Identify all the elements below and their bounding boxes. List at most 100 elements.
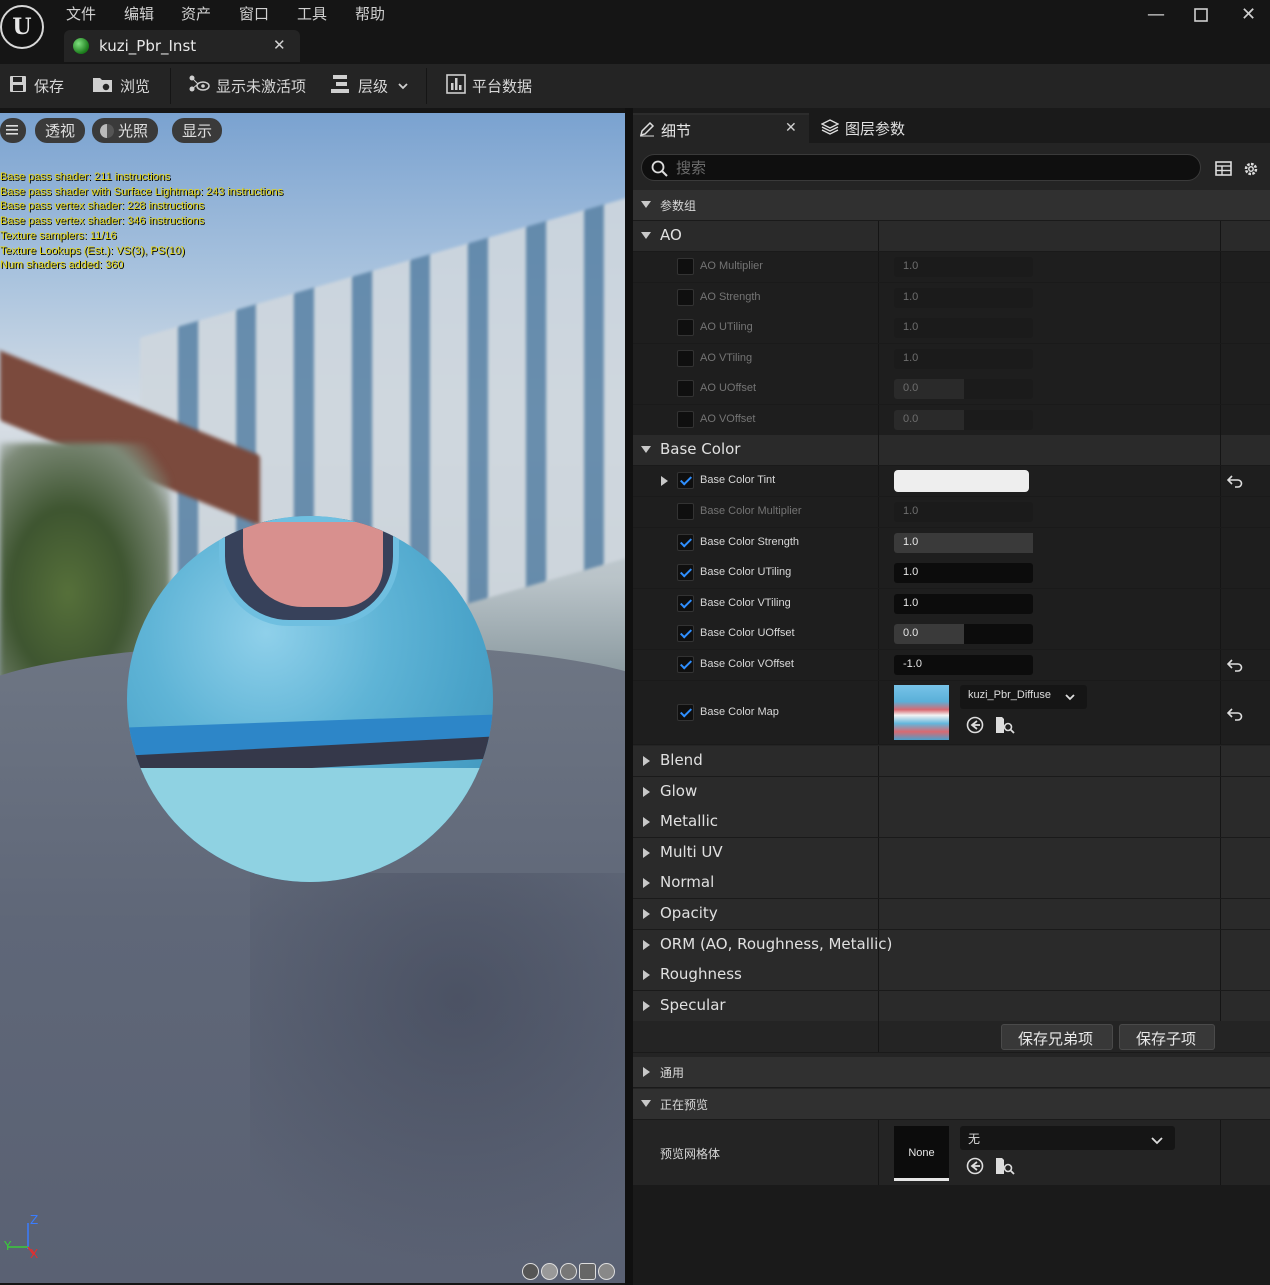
use-selected-asset-icon[interactable] [966, 716, 984, 738]
param-value-field[interactable]: 1.0 [894, 348, 1033, 369]
param-value-field[interactable]: 1.0 [894, 593, 1033, 614]
save-button[interactable]: 保存 [8, 74, 64, 98]
menu-help[interactable]: 帮助 [355, 3, 385, 24]
gear-icon[interactable] [1242, 160, 1260, 182]
table-view-icon[interactable] [1215, 161, 1232, 180]
browse-asset-icon[interactable] [995, 715, 1015, 739]
group-ao[interactable]: AO [633, 221, 1270, 252]
menu-file[interactable]: 文件 [66, 3, 96, 24]
save-child-button[interactable]: 保存子项 [1119, 1024, 1215, 1050]
chevron-down-icon [1151, 1134, 1163, 1148]
panel-splitter[interactable] [625, 108, 633, 1285]
collapsed-group-row[interactable]: Blend [633, 746, 1270, 777]
collapsed-group-row[interactable]: Specular [633, 990, 1270, 1022]
axis-z-label: Z [30, 1213, 39, 1227]
collapsed-group-row[interactable]: ORM (AO, Roughness, Metallic) [633, 929, 1270, 961]
expand-arrow-icon [641, 446, 651, 453]
param-override-checkbox[interactable] [677, 380, 694, 398]
reset-to-default-icon[interactable] [1226, 706, 1243, 725]
details-empty-area [633, 1186, 1270, 1285]
collapsed-group-row[interactable]: Metallic [633, 807, 1270, 839]
param-override-checkbox[interactable] [677, 564, 694, 582]
tab-details[interactable]: 细节 ✕ [633, 113, 809, 143]
group-base-color[interactable]: Base Color [633, 435, 1270, 466]
show-inactive-button[interactable]: 显示未激活项 [188, 74, 306, 98]
collapsed-group-row[interactable]: Multi UV [633, 837, 1270, 869]
param-value-field[interactable]: -1.0 [894, 655, 1033, 675]
search-box[interactable] [641, 154, 1201, 181]
menu-tools[interactable]: 工具 [297, 3, 327, 24]
close-tab-icon[interactable]: ✕ [273, 36, 286, 54]
collapsed-group-row[interactable]: Opacity [633, 899, 1270, 930]
param-override-checkbox[interactable] [677, 349, 694, 367]
param-override-checkbox[interactable] [677, 533, 694, 551]
texture-thumbnail[interactable] [894, 685, 949, 740]
show-button[interactable]: 显示 [172, 118, 223, 143]
param-value-field[interactable]: 1.0 [894, 257, 1033, 277]
plane-preview-icon[interactable] [560, 1263, 577, 1280]
collapsed-group-row[interactable]: Roughness [633, 960, 1270, 992]
menu-asset[interactable]: 资产 [181, 3, 211, 24]
param-row: Base Color Strength 1.0 [633, 527, 1270, 559]
collapsed-group-row[interactable]: Normal [633, 868, 1270, 900]
viewport-menu-button[interactable] [0, 118, 26, 143]
param-value-field[interactable]: 0.0 [894, 410, 1033, 430]
document-tab[interactable]: kuzi_Pbr_Inst ✕ [64, 30, 300, 62]
param-value-field[interactable]: 0.0 [894, 379, 1033, 400]
save-sibling-button[interactable]: 保存兄弟项 [1001, 1024, 1113, 1050]
minimize-button[interactable]: — [1147, 4, 1165, 25]
menu-window[interactable]: 窗口 [239, 3, 269, 24]
sphere-preview-icon[interactable] [541, 1263, 558, 1280]
general-header[interactable]: 通用 [633, 1057, 1270, 1088]
hierarchy-dropdown[interactable]: 层级 [330, 74, 414, 98]
close-window-button[interactable]: ✕ [1241, 4, 1256, 25]
param-value-field[interactable]: 1.0 [894, 318, 1033, 339]
mesh-preview-icon[interactable] [598, 1263, 615, 1280]
browse-asset-icon[interactable] [995, 1156, 1015, 1180]
use-selected-asset-icon[interactable] [966, 1157, 984, 1179]
texture-asset-dropdown[interactable]: kuzi_Pbr_Diffuse [960, 685, 1087, 709]
expand-arrow-icon[interactable] [661, 476, 668, 486]
param-override-checkbox[interactable] [677, 625, 694, 643]
reset-to-default-icon[interactable] [1226, 657, 1243, 676]
base-color-tint-swatch[interactable] [894, 470, 1029, 492]
param-value-field[interactable]: 0.0 [894, 624, 1033, 645]
param-override-checkbox[interactable] [677, 319, 694, 337]
preview-mesh-dropdown[interactable]: 无 [960, 1126, 1175, 1150]
param-name: AO VTiling [700, 351, 753, 364]
param-override-checkbox[interactable] [677, 411, 694, 428]
cylinder-preview-icon[interactable] [522, 1263, 539, 1280]
collapsed-group-row[interactable]: Glow [633, 776, 1270, 808]
preview-sphere [127, 516, 493, 882]
param-override-checkbox[interactable] [677, 258, 694, 275]
param-override-checkbox[interactable] [677, 594, 694, 612]
title-bar: U 文件 编辑 资产 窗口 工具 帮助 kuzi_Pbr_Inst ✕ — ✕ [0, 0, 1270, 64]
base-color-map-checkbox[interactable] [677, 704, 694, 721]
base-color-tint-checkbox[interactable] [677, 472, 694, 489]
maximize-button[interactable] [1194, 6, 1208, 27]
param-override-checkbox[interactable] [677, 503, 694, 520]
platform-stats-button[interactable]: 平台数据 [446, 74, 532, 98]
tab-layer-parameters[interactable]: 图层参数 [819, 113, 999, 143]
lighting-button[interactable]: 光照 [92, 118, 159, 143]
param-value-field[interactable]: 1.0 [894, 532, 1033, 553]
param-groups-header[interactable]: 参数组 [633, 190, 1270, 221]
toolbar-separator [170, 68, 171, 104]
param-value-field[interactable]: 1.0 [894, 502, 1033, 522]
reset-to-default-icon[interactable] [1226, 473, 1243, 492]
param-override-checkbox[interactable] [677, 656, 694, 673]
param-override-checkbox[interactable] [677, 288, 694, 306]
perspective-button[interactable]: 透视 [35, 118, 86, 143]
material-preview-viewport[interactable]: 透视 光照 显示 Base pass shader: 211 instructi… [0, 113, 625, 1283]
param-value-field[interactable]: 1.0 [894, 563, 1033, 584]
unreal-logo-icon[interactable]: U [0, 5, 44, 49]
search-input[interactable] [676, 158, 1176, 178]
cube-preview-icon[interactable] [579, 1263, 596, 1280]
param-row: Base Color UOffset 0.0 [633, 619, 1270, 651]
preview-mesh-thumbnail[interactable]: None [894, 1126, 949, 1181]
close-details-tab-icon[interactable]: ✕ [785, 120, 797, 136]
param-value-field[interactable]: 1.0 [894, 287, 1033, 308]
browse-button[interactable]: 浏览 [92, 74, 150, 98]
menu-edit[interactable]: 编辑 [124, 3, 154, 24]
previewing-header[interactable]: 正在预览 [633, 1089, 1270, 1120]
